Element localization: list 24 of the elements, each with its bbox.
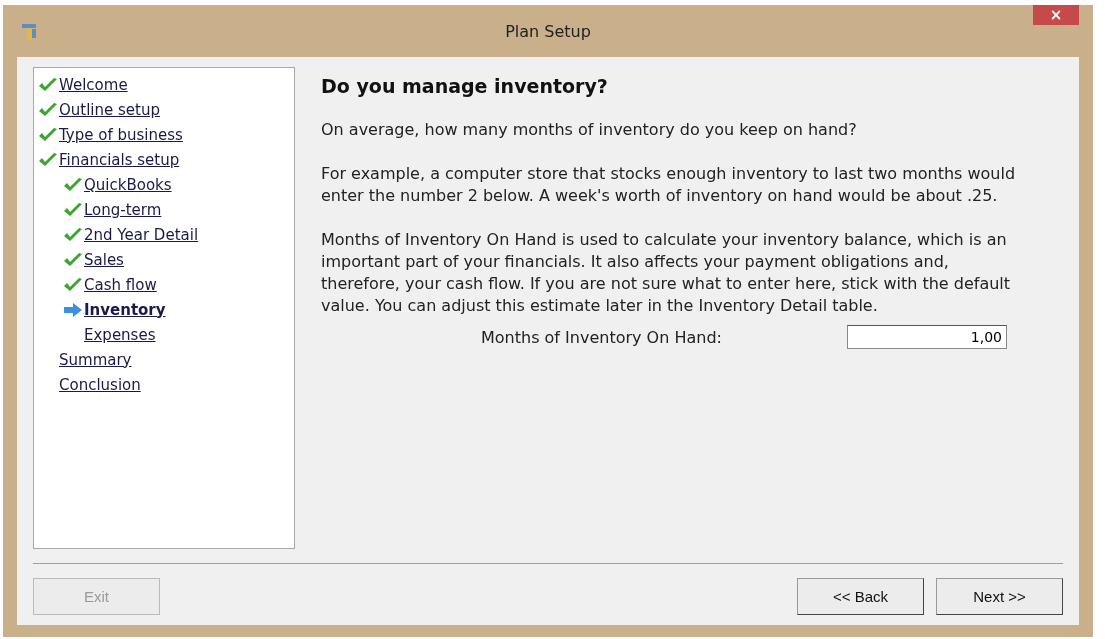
nav-link[interactable]: Conclusion (59, 375, 141, 394)
nav-link[interactable]: Inventory (84, 300, 166, 319)
nav-link[interactable]: Outline setup (59, 100, 160, 119)
nav-link[interactable]: Long-term (84, 200, 162, 219)
nav-link[interactable]: Welcome (59, 75, 128, 94)
nav-link[interactable]: 2nd Year Detail (84, 225, 199, 244)
nav-link[interactable]: Sales (84, 250, 124, 269)
input-field[interactable]: 1,00 (847, 325, 1007, 349)
page-heading: Do you manage inventory? (321, 75, 609, 97)
close-button[interactable]: × (1033, 5, 1079, 25)
nav-link[interactable]: Type of business (59, 125, 183, 144)
app-icon (19, 21, 39, 41)
paragraph: For example, a computer store that stocks enough inventory to last two months would enter the number 2 below. A week's worth of inventory on hand would be about .25. (321, 163, 1017, 207)
back-button[interactable]: << Back (797, 578, 924, 615)
nav-link[interactable]: Financials setup (59, 150, 180, 169)
window-title: Plan Setup (505, 21, 591, 41)
nav-link[interactable]: Cash flow (84, 275, 157, 294)
paragraph: On average, how many months of inventory do you keep on hand? (321, 119, 858, 141)
nav-link[interactable]: QuickBooks (84, 175, 172, 194)
paragraph: Months of Inventory On Hand is used to calculate your inventory balance, which is an important part of your financials. It also affects your payment obligations and, therefore, your cash flow. If you are not sure what to enter here, stick with the default value. You can adjust this estimate later in the Inventory Detail table. (321, 229, 1012, 317)
nav-link[interactable]: Expenses (84, 325, 156, 344)
next-button[interactable]: Next >> (936, 578, 1063, 615)
nav-link[interactable]: Summary (59, 350, 132, 369)
field-label: Months of Inventory On Hand: (481, 327, 723, 347)
